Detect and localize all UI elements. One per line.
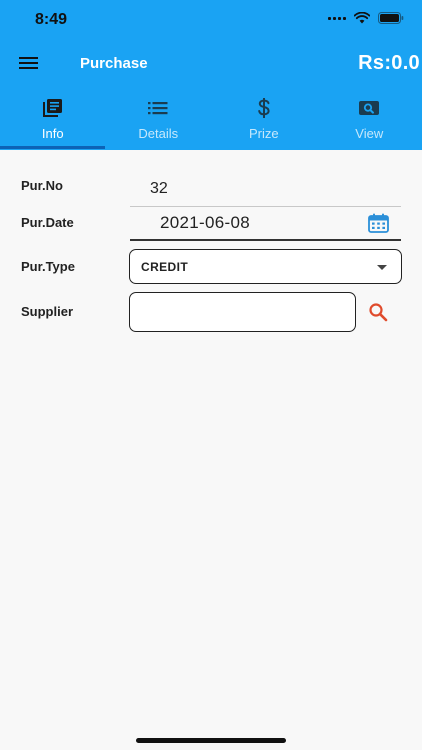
- tab-prize[interactable]: Prize: [211, 95, 317, 150]
- page-title: Purchase: [80, 55, 148, 72]
- status-time: 8:49: [35, 11, 68, 28]
- pur-no-label: Pur.No: [21, 178, 63, 193]
- home-indicator: [136, 738, 286, 743]
- total-amount: Rs:0.0: [358, 52, 420, 74]
- tab-prize-label: Prize: [248, 126, 279, 141]
- active-tab-indicator: [0, 146, 105, 149]
- calendar-icon[interactable]: [368, 213, 389, 233]
- pur-date-field[interactable]: 2021-06-08: [160, 213, 250, 233]
- supplier-label: Supplier: [21, 304, 74, 319]
- signal-icon: [328, 16, 346, 20]
- tab-details-label: Details: [138, 126, 179, 141]
- menu-icon[interactable]: [19, 55, 39, 71]
- pur-no-underline: [130, 206, 401, 207]
- supplier-input[interactable]: [129, 292, 356, 332]
- list-icon: [148, 97, 168, 119]
- tab-bar: Info Details Prize View: [0, 95, 422, 150]
- battery-icon: [378, 12, 404, 24]
- pur-date-label: Pur.Date: [21, 215, 74, 230]
- wifi-icon: [354, 12, 370, 24]
- pur-date-underline: [130, 239, 401, 241]
- search-icon[interactable]: [368, 302, 388, 322]
- tab-info-label: Info: [41, 126, 64, 141]
- dropdown-arrow-icon: [377, 265, 387, 270]
- tab-details[interactable]: Details: [106, 95, 212, 150]
- tab-info[interactable]: Info: [0, 95, 106, 150]
- pur-type-label: Pur.Type: [21, 259, 75, 274]
- status-icons: [328, 12, 404, 24]
- library-books-icon: [42, 97, 64, 119]
- tab-view[interactable]: View: [317, 95, 422, 150]
- image-search-icon: [358, 97, 380, 119]
- pur-type-dropdown[interactable]: CREDIT: [129, 249, 402, 284]
- dollar-icon: [257, 97, 271, 119]
- tab-view-label: View: [355, 126, 384, 141]
- pur-type-selected: CREDIT: [141, 260, 189, 274]
- purchase-screen: 8:49 Purchase Rs:0.0 Info Details Prize …: [0, 0, 422, 750]
- pur-no-value: 32: [150, 180, 168, 197]
